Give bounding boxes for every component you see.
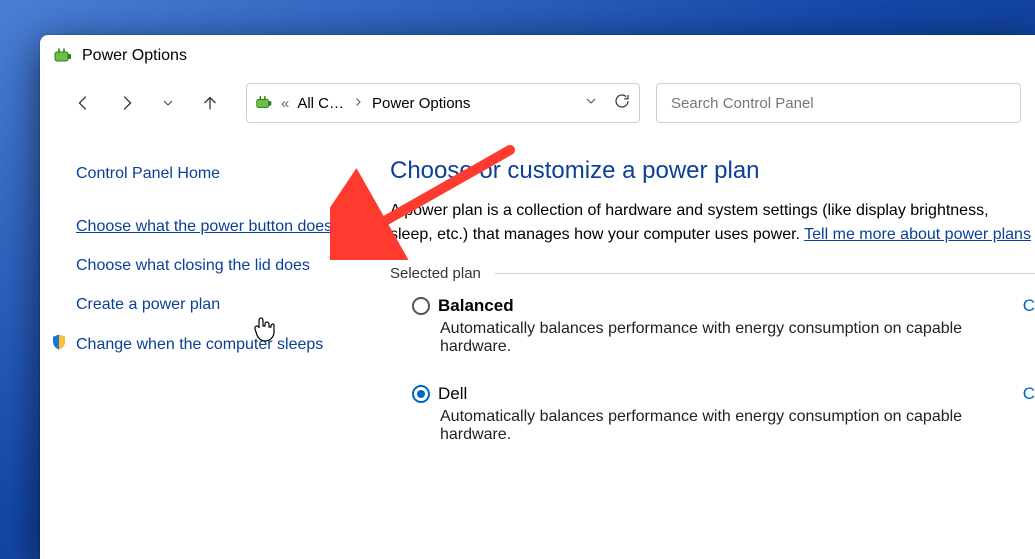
toolbar: « All C… Power Options [40,77,1035,135]
address-history-dropdown[interactable] [583,93,599,113]
page-heading: Choose or customize a power plan [390,157,1035,185]
forward-button[interactable] [108,85,144,121]
recent-dropdown[interactable] [150,85,186,121]
selected-plan-section: Selected plan [390,265,1035,282]
plan-dell-change-link[interactable]: C [1023,384,1035,404]
link-create-power-plan[interactable]: Create a power plan [40,285,340,324]
radio-balanced[interactable] [412,297,430,315]
chevron-right-icon[interactable] [352,95,364,112]
shield-icon [50,333,68,351]
page-description: A power plan is a collection of hardware… [390,199,1035,247]
learn-more-link[interactable]: Tell me more about power plans [804,226,1031,243]
plan-balanced-desc: Automatically balances performance with … [412,316,1035,370]
plan-dell: Dell C Automatically balances performanc… [390,380,1035,468]
power-options-icon [52,45,74,67]
link-change-when-sleeps[interactable]: Change when the computer sleeps [40,325,340,364]
window-title: Power Options [82,47,187,65]
link-choose-closing-lid[interactable]: Choose what closing the lid does [40,246,340,285]
plan-balanced-name[interactable]: Balanced [438,296,514,316]
link-change-when-sleeps-label: Change when the computer sleeps [76,336,323,353]
back-button[interactable] [66,85,102,121]
power-options-window: Power Options « All C… [40,35,1035,559]
radio-dell[interactable] [412,385,430,403]
content-area: Control Panel Home Choose what the power… [40,135,1035,468]
address-bar[interactable]: « All C… Power Options [246,83,640,123]
search-input[interactable] [669,94,1008,113]
plan-dell-name[interactable]: Dell [438,384,467,404]
sidebar: Control Panel Home Choose what the power… [40,157,350,468]
plan-dell-desc: Automatically balances performance with … [412,404,1035,458]
control-panel-home-link[interactable]: Control Panel Home [40,157,340,207]
main-panel: Choose or customize a power plan A power… [350,157,1035,468]
selected-plan-label: Selected plan [390,265,481,282]
plan-balanced-change-link[interactable]: C [1023,296,1035,316]
titlebar: Power Options [40,35,1035,77]
section-divider [495,273,1035,274]
up-button[interactable] [192,85,228,121]
plan-balanced: Balanced C Automatically balances perfor… [390,292,1035,380]
breadcrumb-icon [253,92,275,114]
link-choose-power-button[interactable]: Choose what the power button does [40,207,340,246]
search-box[interactable] [656,83,1021,123]
refresh-button[interactable] [613,92,631,114]
breadcrumb-segment-2[interactable]: Power Options [370,95,472,112]
breadcrumb-segment-1[interactable]: All C… [295,95,346,112]
breadcrumb-prefix: « [279,95,291,112]
